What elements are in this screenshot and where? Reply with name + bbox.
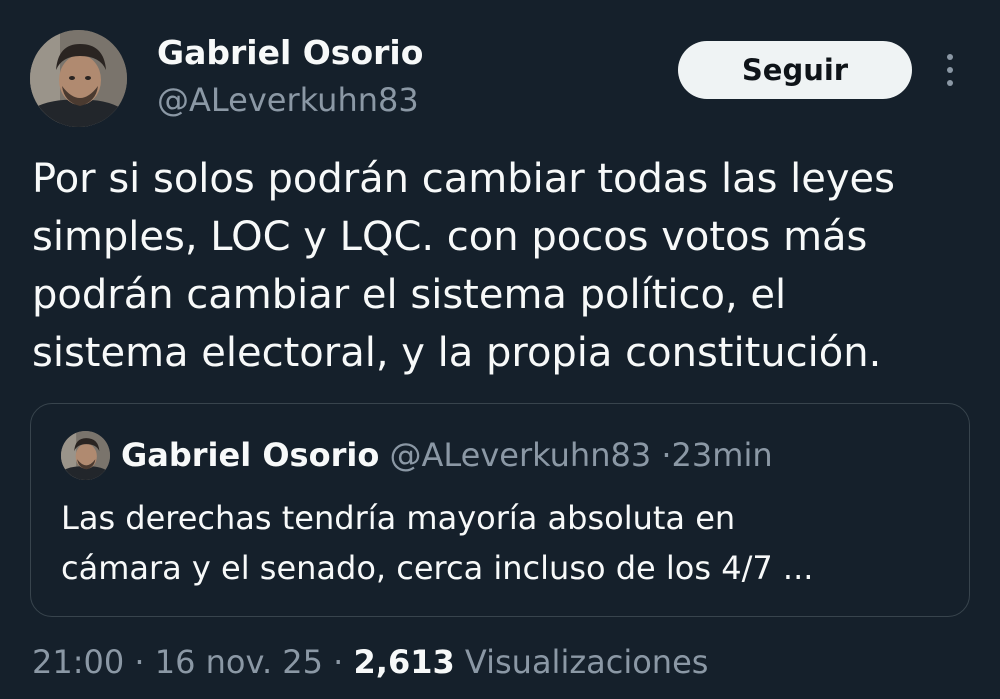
views-label: Visualizaciones — [464, 643, 709, 681]
tweet-text: Por si solos podrán cambiar todas las le… — [32, 150, 982, 382]
meta-separator: · — [333, 643, 344, 681]
quote-avatar — [61, 431, 110, 480]
quote-avatar-image — [61, 431, 110, 480]
quote-author-name: Gabriel Osorio — [121, 436, 380, 474]
tweet-text-line: sistema electoral, y la propia constituc… — [32, 330, 882, 376]
follow-button[interactable]: Seguir — [678, 41, 912, 99]
quote-timestamp: 23min — [671, 436, 773, 474]
tweet-time[interactable]: 21:00 — [32, 643, 124, 681]
avatar-image — [30, 30, 127, 127]
author-name[interactable]: Gabriel Osorio — [157, 33, 423, 72]
quote-text-line: cámara y el senado, cerca incluso de los… — [61, 549, 814, 587]
tweet-metadata: 21:00 · 16 nov. 25 · 2,613 Visualizacion… — [32, 638, 708, 686]
meta-separator: · — [134, 643, 145, 681]
quoted-tweet[interactable]: Gabriel Osorio @ALeverkuhn83 ·23min Las … — [30, 403, 970, 617]
quote-text-line: Las derechas tendría mayoría absoluta en — [61, 499, 736, 537]
quote-text: Las derechas tendría mayoría absoluta en… — [61, 493, 941, 593]
tweet-text-line: Por si solos podrán cambiar todas las le… — [32, 156, 896, 202]
avatar[interactable] — [30, 30, 127, 127]
author-handle[interactable]: @ALeverkuhn83 — [157, 81, 419, 119]
tweet-text-line: simples, LOC y LQC. con pocos votos más — [32, 214, 868, 260]
quote-separator: · — [661, 436, 672, 474]
quote-header: Gabriel Osorio @ALeverkuhn83 ·23min — [121, 433, 773, 477]
tweet-text-line: podrán cambiar el sistema político, el — [32, 272, 787, 318]
tweet: Gabriel Osorio @ALeverkuhn83 Seguir Por … — [0, 0, 1000, 699]
more-options-icon[interactable] — [940, 52, 960, 88]
tweet-date[interactable]: 16 nov. 25 — [155, 643, 323, 681]
views-count: 2,613 — [353, 643, 455, 681]
quote-author-handle: @ALeverkuhn83 — [389, 436, 652, 474]
